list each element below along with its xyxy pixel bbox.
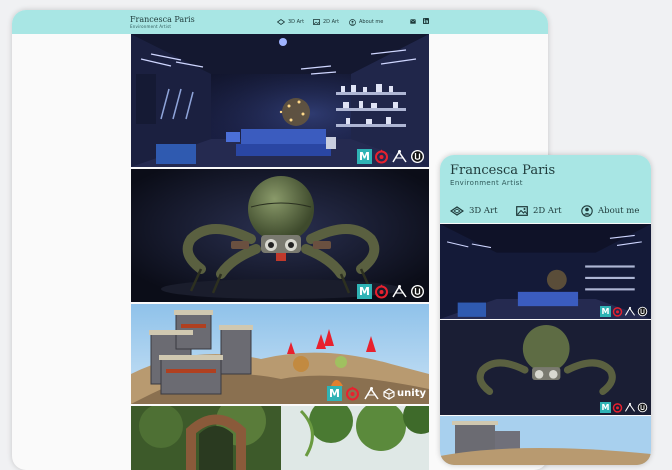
tool-logos: M	[357, 149, 425, 164]
zbrush-logo	[624, 402, 636, 412]
desktop-header: Francesca Paris Environment Artist 3D Ar…	[12, 10, 548, 34]
mobile-header: Francesca Paris Environment Artist 3D Ar…	[440, 155, 651, 223]
nav-3d-art[interactable]: 3D Art	[450, 204, 498, 217]
tool-logos: M	[357, 284, 425, 299]
portfolio-gallery: M M	[440, 224, 651, 465]
unity-logo: unity	[383, 387, 426, 400]
unity-label: unity	[397, 388, 426, 399]
nav-about-me-label: About me	[359, 19, 384, 25]
substance-logo	[612, 403, 623, 413]
maya-logo: M	[600, 402, 611, 413]
unreal-logo	[637, 402, 648, 413]
nav-2d-art-label: 2D Art	[323, 19, 340, 25]
nav-2d-art-label: 2D Art	[533, 205, 562, 216]
unreal-logo	[637, 306, 648, 317]
maya-logo: M	[357, 149, 372, 164]
portfolio-item-fortress-island[interactable]: M unity	[131, 304, 429, 404]
nav-3d-art-label: 3D Art	[469, 205, 498, 216]
site-title[interactable]: Francesca Paris	[450, 163, 555, 178]
substance-logo	[375, 149, 388, 164]
portfolio-item-fortress-island[interactable]	[440, 416, 651, 465]
unity-cube-icon	[383, 387, 395, 400]
unreal-logo	[411, 150, 424, 163]
portfolio-item-jungle-gate[interactable]	[131, 406, 429, 470]
portfolio-item-bedroom-scene[interactable]: M	[131, 34, 429, 167]
zbrush-logo	[364, 387, 379, 400]
user-circle-icon	[349, 18, 356, 26]
maya-logo: M	[327, 386, 343, 401]
portfolio-item-robot-spider[interactable]: M	[131, 169, 429, 302]
mobile-mockup: Francesca Paris Environment Artist 3D Ar…	[440, 155, 651, 465]
bedroom-scene-artwork	[440, 224, 651, 319]
site-subtitle: Environment Artist	[450, 179, 523, 187]
nav-3d-art-label: 3D Art	[288, 19, 305, 25]
zbrush-logo	[392, 150, 407, 163]
user-circle-icon	[581, 204, 593, 217]
maya-logo: M	[600, 306, 611, 317]
portfolio-item-bedroom-scene[interactable]: M	[440, 224, 651, 319]
tool-logos: M unity	[327, 386, 426, 401]
nav-about-me[interactable]: About me	[349, 17, 383, 27]
cube-icon	[450, 205, 464, 216]
portfolio-item-robot-spider[interactable]: M	[440, 320, 651, 415]
image-icon	[516, 205, 528, 216]
tool-logos: M	[600, 306, 648, 317]
zbrush-logo	[624, 306, 636, 316]
nav-2d-art[interactable]: 2D Art	[516, 204, 562, 217]
tool-logos: M	[600, 402, 648, 413]
maya-logo: M	[357, 284, 372, 299]
nav-about-me-label: About me	[598, 205, 640, 216]
substance-logo	[375, 284, 388, 299]
jungle-gate-artwork	[131, 406, 429, 470]
portfolio-gallery: M M M unity	[131, 34, 429, 470]
nav-3d-art[interactable]: 3D Art	[277, 17, 304, 27]
robot-spider-artwork	[440, 320, 651, 415]
site-title[interactable]: Francesca Paris	[130, 15, 195, 24]
fortress-island-artwork	[440, 416, 651, 465]
bedroom-scene-artwork	[131, 34, 429, 167]
nav-about-me[interactable]: About me	[581, 204, 639, 217]
linkedin-icon[interactable]	[423, 18, 429, 24]
zbrush-logo	[392, 285, 407, 298]
substance-logo	[346, 386, 360, 401]
cube-icon	[277, 19, 285, 25]
substance-logo	[612, 307, 623, 317]
image-icon	[313, 19, 320, 25]
site-subtitle: Environment Artist	[130, 24, 172, 29]
mail-icon[interactable]	[410, 19, 416, 24]
robot-spider-artwork	[131, 169, 429, 302]
unreal-logo	[411, 285, 424, 298]
nav-2d-art[interactable]: 2D Art	[313, 17, 339, 27]
